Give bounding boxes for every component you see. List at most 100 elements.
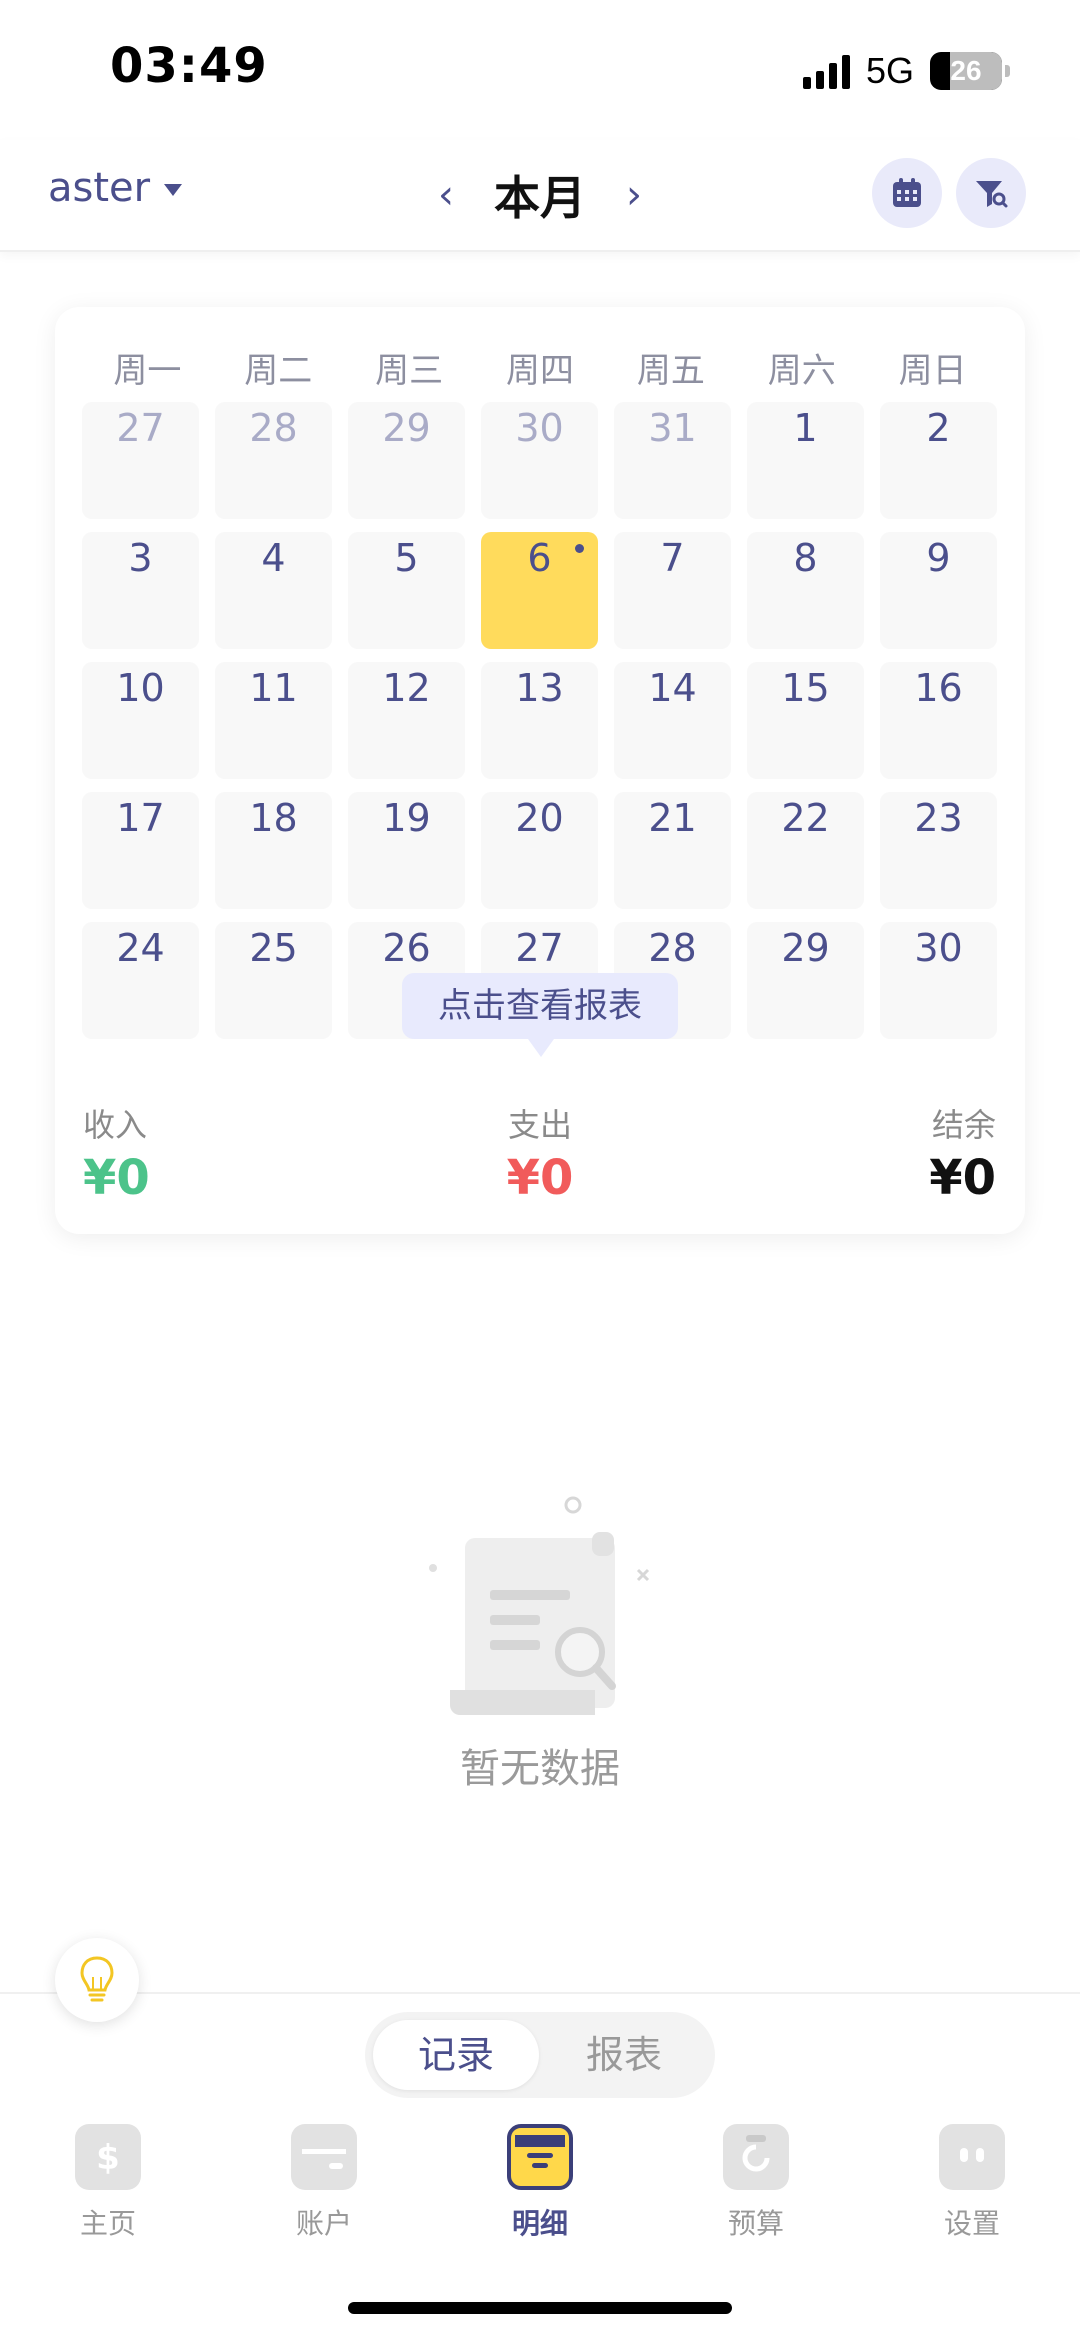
calendar-day-cell[interactable]: 14	[614, 662, 731, 779]
tab-settings[interactable]: 设置	[864, 2124, 1080, 2242]
calendar-list-icon	[507, 2124, 573, 2190]
calendar-day-cell[interactable]: 17	[82, 792, 199, 909]
calendar-day-number: 29	[382, 406, 431, 450]
network-type: 5G	[865, 50, 914, 91]
tips-button[interactable]	[55, 1938, 139, 2022]
tab-accounts-label: 账户	[295, 2207, 352, 2240]
lightbulb-icon	[80, 1956, 114, 2002]
calendar-day-cell[interactable]: 25	[215, 922, 332, 1039]
calendar-day-cell[interactable]: 27	[82, 402, 199, 519]
calendar-icon	[893, 178, 921, 207]
calendar-day-number: 11	[249, 666, 298, 710]
weekday-label: 周日	[898, 351, 967, 391]
tab-details[interactable]: 明细	[432, 2124, 648, 2242]
tab-accounts[interactable]: 账户	[216, 2124, 432, 2242]
view-segment-control: 记录 报表	[365, 2012, 715, 2098]
calendar-day-number: 29	[781, 926, 830, 970]
calendar-day-number: 8	[793, 536, 818, 580]
calendar-day-cell[interactable]: 15	[747, 662, 864, 779]
calendar-day-cell[interactable]: 29	[348, 402, 465, 519]
calendar-card: 周一 周二 周三 周四 周五 周六 周日 27 28 29 30 31 1 2 3 4 5 6 7 8 9 10 11 12…	[55, 307, 1025, 1234]
calendar-day-number: 27	[515, 926, 564, 970]
calendar-day-number: 27	[116, 406, 165, 450]
wallet-icon	[291, 2124, 357, 2190]
calendar-day-cell[interactable]: 22	[747, 792, 864, 909]
calendar-day-cell[interactable]: 5	[348, 532, 465, 649]
calendar-day-cell[interactable]: 20	[481, 792, 598, 909]
weekday-label: 周三	[375, 351, 444, 391]
calendar-day-cell[interactable]: 8	[747, 532, 864, 649]
status-time: 03:49	[110, 38, 268, 94]
month-title[interactable]: 本月	[494, 162, 586, 228]
calendar-button[interactable]	[872, 158, 942, 228]
calendar-day-number: 21	[648, 796, 697, 840]
calendar-day-number: 20	[515, 796, 564, 840]
chevron-left-icon[interactable]: ‹	[438, 172, 454, 218]
calendar-day-cell[interactable]: 10	[82, 662, 199, 779]
calendar-day-number: 25	[249, 926, 298, 970]
calendar-week-row: 3 4 5 6 7 8 9	[82, 532, 998, 662]
calendar-day-cell[interactable]: 28	[215, 402, 332, 519]
calendar-day-cell[interactable]: 13	[481, 662, 598, 779]
calendar-day-number: 1	[793, 406, 818, 450]
weekday-label: 周六	[767, 351, 836, 391]
signal-icon	[802, 53, 850, 89]
calendar-day-number: 6	[527, 536, 552, 580]
calendar-day-cell[interactable]: 21	[614, 792, 731, 909]
calendar-day-cell[interactable]: 18	[215, 792, 332, 909]
calendar-day-cell[interactable]: 4	[215, 532, 332, 649]
battery-level: 26	[950, 55, 982, 86]
calendar-week-row: 10 11 12 13 14 15 16	[82, 662, 998, 792]
tooltip-arrow	[528, 1039, 554, 1057]
report-tooltip[interactable]: 点击查看报表	[402, 973, 678, 1039]
battery-icon: 26	[930, 52, 1002, 90]
budget-clipboard-icon	[723, 2124, 789, 2190]
weekday-label: 周二	[244, 351, 313, 391]
home-indicator	[348, 2302, 732, 2314]
calendar-grid: 27 28 29 30 31 1 2 3 4 5 6 7 8 9 10 11 12 13 14 15 16 17 18 19 2…	[82, 402, 998, 1052]
filter-search-button[interactable]	[956, 158, 1026, 228]
calendar-day-number: 3	[128, 536, 153, 580]
tab-settings-label: 设置	[943, 2207, 1000, 2240]
balance-label: 结余	[931, 1106, 996, 1144]
calendar-day-number: 13	[515, 666, 564, 710]
balance-value: ¥0	[929, 1150, 996, 1206]
calendar-day-cell[interactable]: 3	[82, 532, 199, 649]
tab-budget[interactable]: 预算	[648, 2124, 864, 2242]
calendar-day-cell[interactable]: 1	[747, 402, 864, 519]
calendar-day-number: 14	[648, 666, 697, 710]
calendar-day-cell[interactable]: 16	[880, 662, 997, 779]
calendar-day-number: 7	[660, 536, 685, 580]
calendar-day-number: 10	[116, 666, 165, 710]
calendar-day-number: 12	[382, 666, 431, 710]
chevron-right-icon[interactable]: ›	[626, 172, 642, 218]
tab-budget-label: 预算	[727, 2207, 784, 2240]
calendar-day-cell[interactable]: 23	[880, 792, 997, 909]
segment-reports[interactable]: 报表	[541, 2020, 707, 2090]
calendar-day-cell[interactable]: 30	[880, 922, 997, 1039]
calendar-day-cell[interactable]: 24	[82, 922, 199, 1039]
calendar-day-cell[interactable]: 19	[348, 792, 465, 909]
calendar-day-cell[interactable]: 2	[880, 402, 997, 519]
calendar-day-number: 18	[249, 796, 298, 840]
calendar-day-cell-today[interactable]: 6	[481, 532, 598, 649]
calendar-day-number: 16	[914, 666, 963, 710]
tab-home[interactable]: $ 主页	[0, 2124, 216, 2242]
top-header: aster ‹ 本月 ›	[0, 140, 1080, 252]
calendar-day-number: 26	[382, 926, 431, 970]
tab-details-label: 明细	[511, 2207, 568, 2240]
weekday-label: 周一	[113, 351, 182, 391]
empty-illustration	[420, 1490, 660, 1730]
calendar-day-cell[interactable]: 29	[747, 922, 864, 1039]
calendar-day-cell[interactable]: 7	[614, 532, 731, 649]
dollar-card-icon: $	[75, 2124, 141, 2190]
calendar-day-cell[interactable]: 12	[348, 662, 465, 779]
robot-face-icon	[939, 2124, 1005, 2190]
calendar-day-cell[interactable]: 9	[880, 532, 997, 649]
calendar-day-cell[interactable]: 31	[614, 402, 731, 519]
segment-records[interactable]: 记录	[373, 2020, 539, 2090]
calendar-day-cell[interactable]: 30	[481, 402, 598, 519]
calendar-day-cell[interactable]: 11	[215, 662, 332, 779]
empty-state-text: 暂无数据	[460, 1746, 620, 1792]
status-icons: 5G 26	[802, 50, 1010, 92]
